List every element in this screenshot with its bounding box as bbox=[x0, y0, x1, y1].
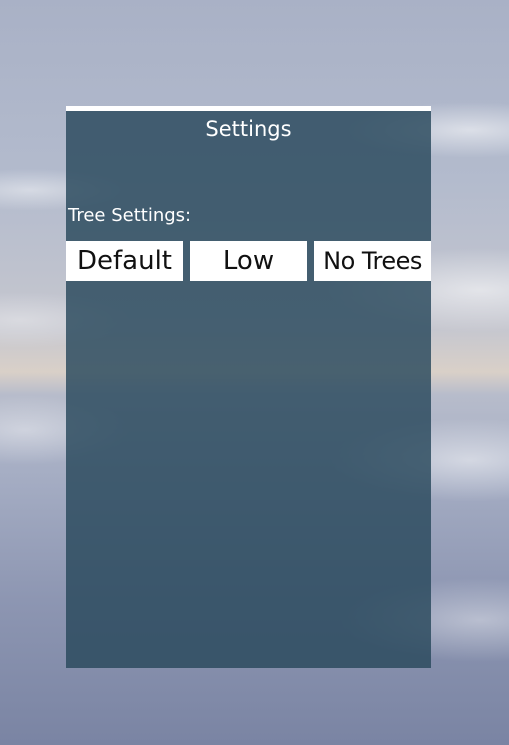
tree-none-button[interactable]: No Trees bbox=[314, 241, 431, 281]
tree-low-button[interactable]: Low bbox=[190, 241, 307, 281]
settings-title: Settings bbox=[205, 117, 292, 141]
settings-panel: Settings Tree Settings: Default Low No T… bbox=[66, 106, 431, 668]
tree-settings-label: Tree Settings: bbox=[68, 205, 192, 226]
panel-top-border bbox=[66, 106, 431, 111]
tree-default-button[interactable]: Default bbox=[66, 241, 183, 281]
